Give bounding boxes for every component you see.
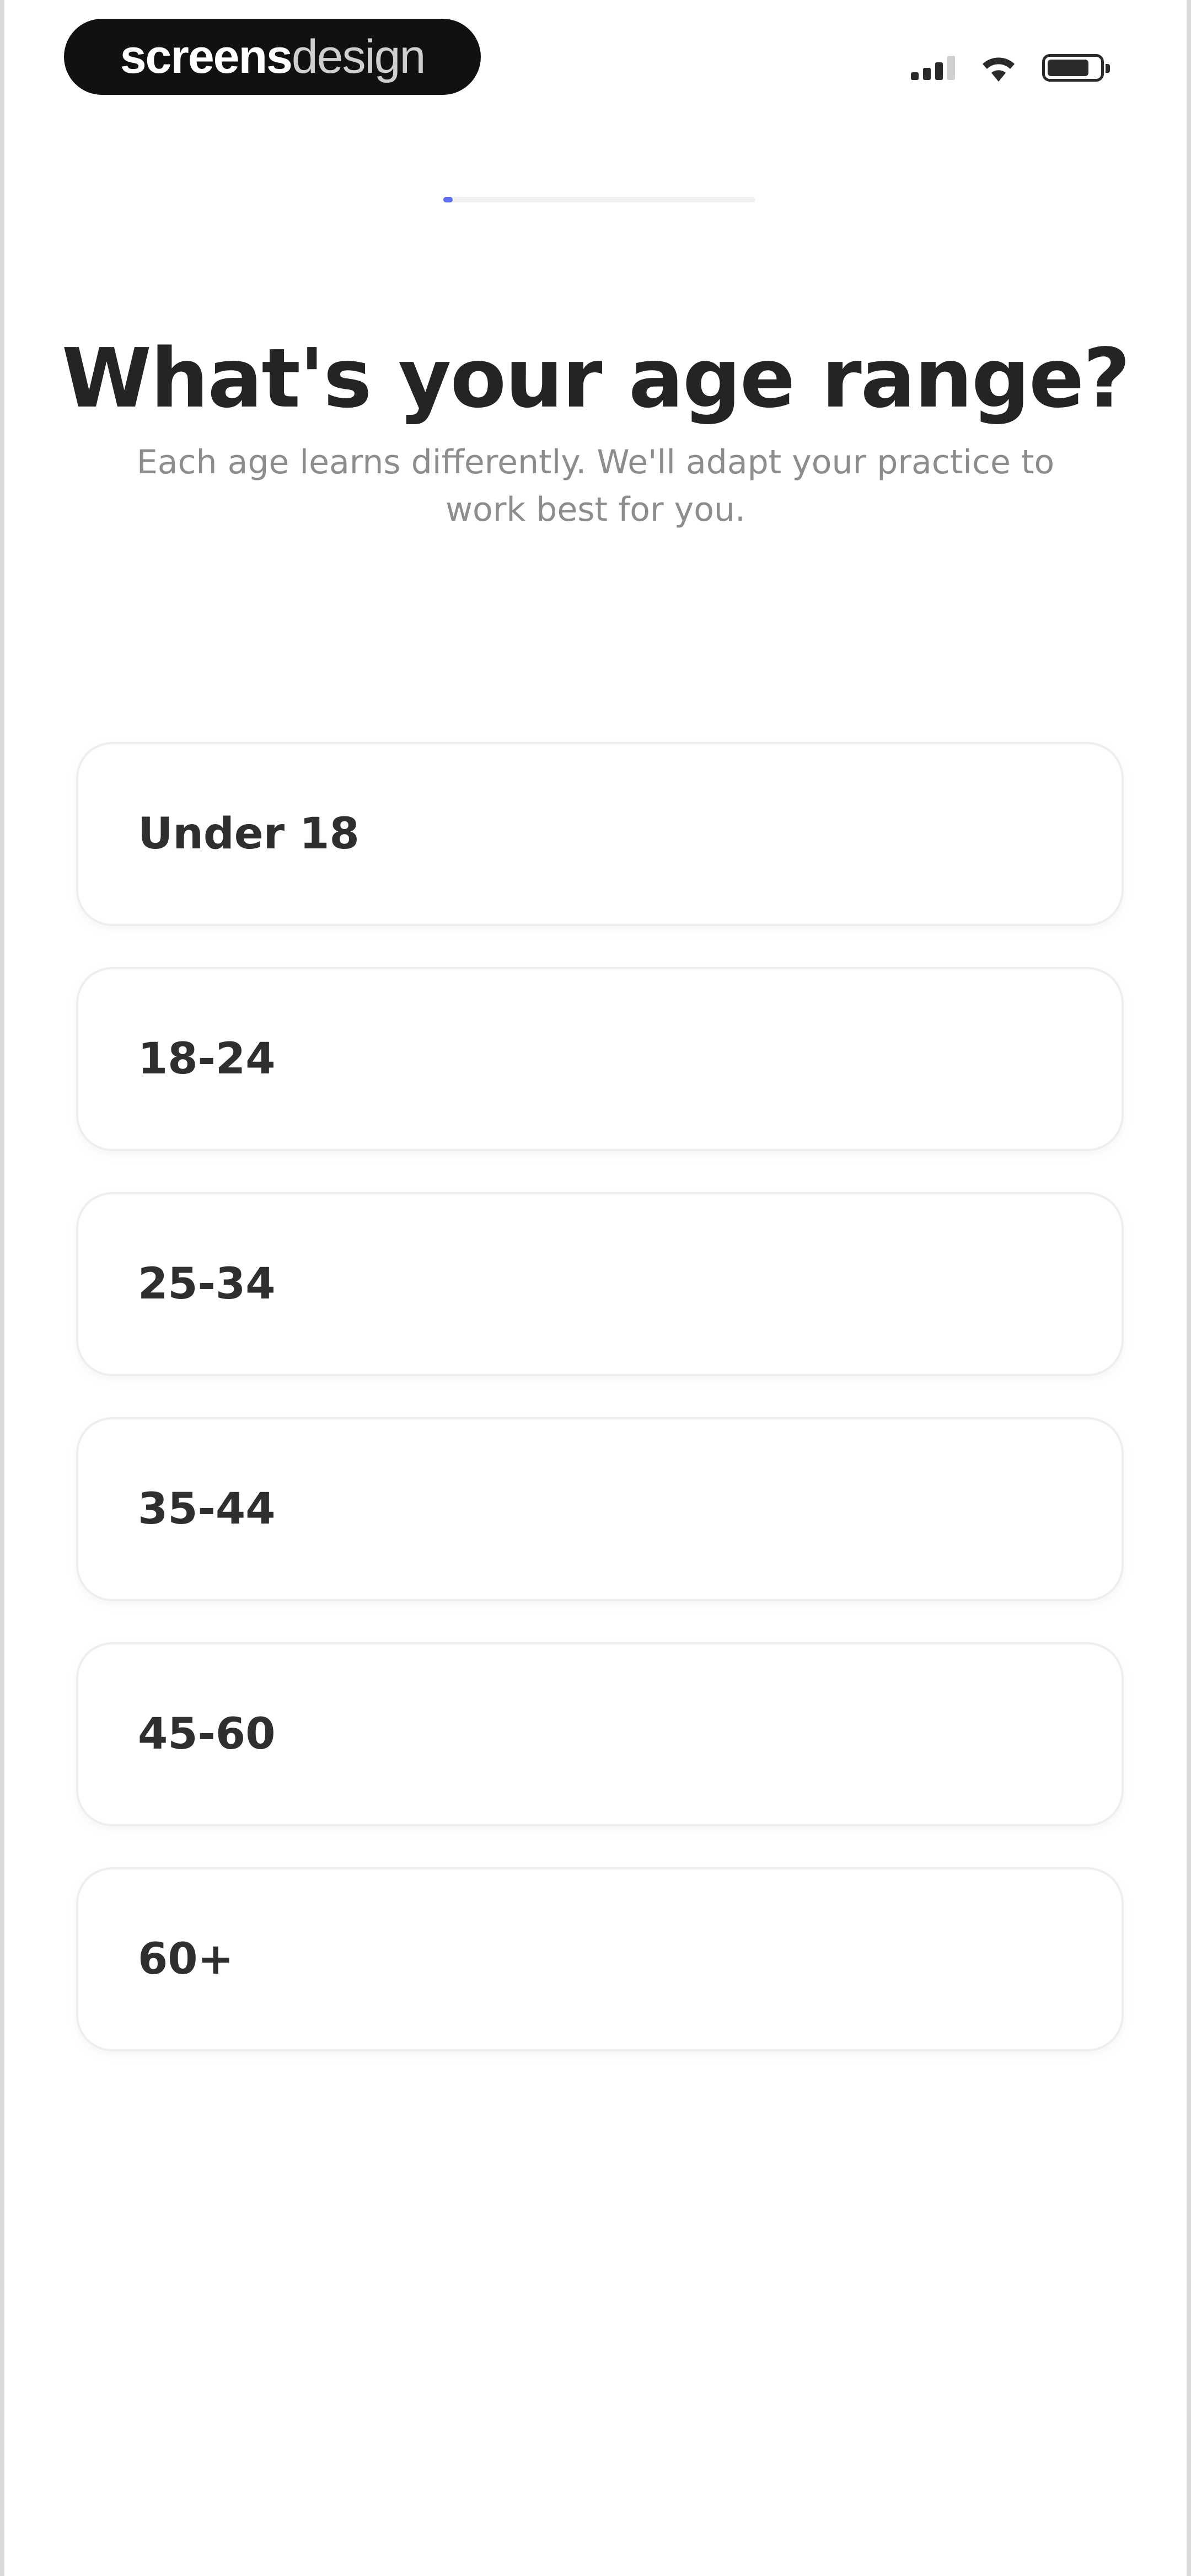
option-label: 18-24 — [138, 1034, 276, 1084]
option-under-18[interactable]: Under 18 — [76, 742, 1124, 926]
age-range-options: Under 18 18-24 25-34 35-44 45-60 60+ — [76, 742, 1124, 2051]
page-subtitle: Each age learns differently. We'll adapt… — [136, 443, 1055, 529]
progress-fill — [443, 197, 453, 202]
option-35-44[interactable]: 35-44 — [76, 1417, 1124, 1601]
status-icons — [911, 49, 1110, 87]
wifi-icon — [983, 57, 1015, 82]
brand-badge: screensdesign — [64, 19, 481, 95]
progress-bar — [443, 197, 755, 202]
option-60-plus[interactable]: 60+ — [76, 1867, 1124, 2051]
brand-logo: screensdesign — [120, 30, 426, 84]
status-bar: screensdesign — [4, 0, 1187, 121]
option-18-24[interactable]: 18-24 — [76, 967, 1124, 1151]
page-title: What's your age range? — [61, 331, 1130, 426]
option-label: 60+ — [138, 1934, 234, 1984]
option-label: 35-44 — [138, 1484, 276, 1534]
signal-icon — [911, 56, 955, 80]
brand-part-1: screens — [120, 30, 293, 83]
option-label: 45-60 — [138, 1709, 276, 1759]
option-label: 25-34 — [138, 1259, 276, 1309]
battery-icon — [1042, 54, 1110, 82]
brand-part-2: design — [291, 30, 426, 83]
option-45-60[interactable]: 45-60 — [76, 1642, 1124, 1826]
option-25-34[interactable]: 25-34 — [76, 1192, 1124, 1376]
app-screen: screensdesign What's your age range? Eac… — [0, 0, 1191, 2576]
option-label: Under 18 — [138, 809, 360, 859]
